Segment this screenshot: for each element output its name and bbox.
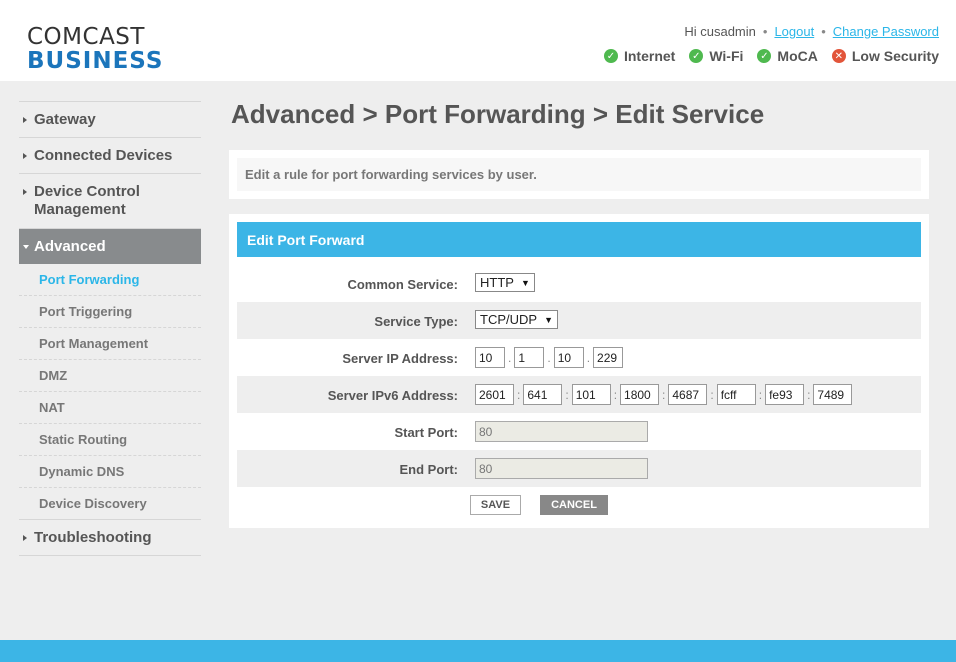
status-wifi: ✓ Wi-Fi xyxy=(689,48,743,64)
colon-separator: : xyxy=(758,387,763,402)
logo-line-2: BUSINESS xyxy=(27,48,164,74)
start-port-label: Start Port: xyxy=(394,425,458,440)
sidebar-item-label: Troubleshooting xyxy=(34,529,152,546)
footer-bar xyxy=(0,640,956,662)
sidebar-subitem-static-routing[interactable]: Static Routing xyxy=(19,424,201,456)
sidebar-subitem-device-discovery[interactable]: Device Discovery xyxy=(19,488,201,520)
caret-down-icon xyxy=(23,245,29,249)
sidebar-item-label: Device Control xyxy=(34,183,140,200)
sidebar-subitem-nat[interactable]: NAT xyxy=(19,392,201,424)
server-ip-octet-4[interactable] xyxy=(593,347,624,368)
row-server-ipv6: Server IPv6 Address: : : : : : : : xyxy=(237,376,921,413)
form-buttons: SAVE CANCEL xyxy=(470,495,608,515)
server-ipv6-segment-3[interactable] xyxy=(571,384,611,405)
sidebar-item-troubleshooting[interactable]: Troubleshooting xyxy=(19,520,201,556)
caret-right-icon xyxy=(23,535,27,541)
form-heading: Edit Port Forward xyxy=(237,222,921,257)
sidebar-item-label: Connected Devices xyxy=(34,147,173,164)
end-port-input[interactable] xyxy=(475,458,648,479)
dot-separator: . xyxy=(586,350,591,365)
sidebar-subitem-port-management[interactable]: Port Management xyxy=(19,328,201,360)
status-internet: ✓ Internet xyxy=(603,48,676,64)
service-type-select[interactable]: TCP/UDP ▼ xyxy=(475,310,558,329)
sidebar-item-connected-devices[interactable]: Connected Devices xyxy=(19,138,201,174)
caret-right-icon xyxy=(23,117,27,123)
sidebar-item-label: Advanced xyxy=(34,238,106,255)
status-label: Low Security xyxy=(851,48,939,64)
status-moca: ✓ MoCA xyxy=(757,48,818,64)
separator-dot: • xyxy=(762,24,768,39)
colon-separator: : xyxy=(565,387,569,402)
status-security: ✕ Low Security xyxy=(831,48,939,64)
server-ipv6-segment-6[interactable] xyxy=(716,384,756,405)
dropdown-arrow-icon: ▼ xyxy=(544,314,553,325)
save-button[interactable]: SAVE xyxy=(470,495,521,515)
row-common-service: Common Service: HTTP ▼ xyxy=(237,265,921,302)
dot-separator: . xyxy=(508,350,512,365)
status-label: Internet xyxy=(623,48,676,64)
check-icon: ✓ xyxy=(757,49,772,63)
server-ipv6-segment-2[interactable] xyxy=(523,384,563,405)
common-service-label: Common Service: xyxy=(347,277,458,292)
server-ip-label: Server IP Address: xyxy=(342,351,458,366)
edit-port-forward-form: Edit Port Forward Common Service: HTTP ▼ … xyxy=(229,214,929,528)
description-text: Edit a rule for port forwarding services… xyxy=(237,158,921,191)
status-label: MoCA xyxy=(777,48,818,64)
row-end-port: End Port: xyxy=(237,450,921,487)
dropdown-arrow-icon: ▼ xyxy=(520,277,530,288)
sidebar-subitem-dynamic-dns[interactable]: Dynamic DNS xyxy=(19,456,201,488)
end-port-label: End Port: xyxy=(399,462,459,477)
sidebar: Gateway Connected Devices Device Control… xyxy=(19,101,201,556)
check-icon: ✓ xyxy=(603,49,618,63)
colon-separator: : xyxy=(807,387,811,402)
dot-separator: . xyxy=(547,350,551,365)
server-ipv6-label: Server IPv6 Address: xyxy=(327,388,458,403)
start-port-input[interactable] xyxy=(475,421,648,442)
comcast-business-logo[interactable]: COMCAST BUSINESS xyxy=(27,26,163,73)
server-ip-octet-2[interactable] xyxy=(514,347,545,368)
caret-right-icon xyxy=(23,189,27,195)
description-panel: Edit a rule for port forwarding services… xyxy=(229,150,929,199)
server-ip-octet-1[interactable] xyxy=(475,347,505,368)
status-bar: ✓ Internet ✓ Wi-Fi ✓ MoCA ✕ Low Security xyxy=(590,48,939,64)
page-title: Advanced > Port Forwarding > Edit Servic… xyxy=(231,99,765,129)
sidebar-item-gateway[interactable]: Gateway xyxy=(19,102,201,138)
check-icon: ✓ xyxy=(689,49,704,63)
server-ipv6-segment-5[interactable] xyxy=(668,384,708,405)
logo-line-1: COMCAST xyxy=(27,24,145,50)
server-ip-octet-3[interactable] xyxy=(553,347,584,368)
user-bar: Hi cusadmin • Logout • Change Password xyxy=(684,24,939,39)
caret-right-icon xyxy=(23,153,27,159)
row-service-type: Service Type: TCP/UDP ▼ xyxy=(237,302,921,339)
server-ipv6-segment-7[interactable] xyxy=(765,384,805,405)
change-password-link[interactable]: Change Password xyxy=(833,24,939,39)
sidebar-item-label: Management xyxy=(34,201,126,218)
x-icon: ✕ xyxy=(831,49,846,63)
colon-separator: : xyxy=(710,387,714,402)
colon-separator: : xyxy=(517,387,521,402)
logout-link[interactable]: Logout xyxy=(774,24,814,39)
sidebar-subitem-port-triggering[interactable]: Port Triggering xyxy=(19,296,201,328)
colon-separator: : xyxy=(662,387,666,402)
status-label: Wi-Fi xyxy=(709,48,744,64)
row-server-ip: Server IP Address: . . . xyxy=(237,339,921,376)
server-ipv6-segment-8[interactable] xyxy=(813,384,853,405)
sidebar-item-advanced[interactable]: Advanced xyxy=(19,229,201,264)
row-start-port: Start Port: xyxy=(237,413,921,450)
cancel-button[interactable]: CANCEL xyxy=(540,495,608,515)
sidebar-subitem-port-forwarding[interactable]: Port Forwarding xyxy=(19,264,201,296)
greeting-text: Hi cusadmin xyxy=(684,24,756,39)
sidebar-item-label: Gateway xyxy=(34,111,96,128)
server-ipv6-segment-1[interactable] xyxy=(475,384,514,405)
separator-dot: • xyxy=(821,24,826,39)
header: COMCAST BUSINESS Hi cusadmin • Logout • Chan… xyxy=(0,0,956,81)
sidebar-subitem-dmz[interactable]: DMZ xyxy=(19,360,201,392)
server-ipv6-segment-4[interactable] xyxy=(620,384,660,405)
service-type-label: Service Type: xyxy=(374,314,458,329)
colon-separator: : xyxy=(613,387,618,402)
sidebar-item-device-control-management[interactable]: Device Control Management xyxy=(19,174,201,229)
select-value: HTTP xyxy=(480,275,514,290)
select-value: TCP/UDP xyxy=(480,312,538,327)
common-service-select[interactable]: HTTP ▼ xyxy=(475,273,535,292)
